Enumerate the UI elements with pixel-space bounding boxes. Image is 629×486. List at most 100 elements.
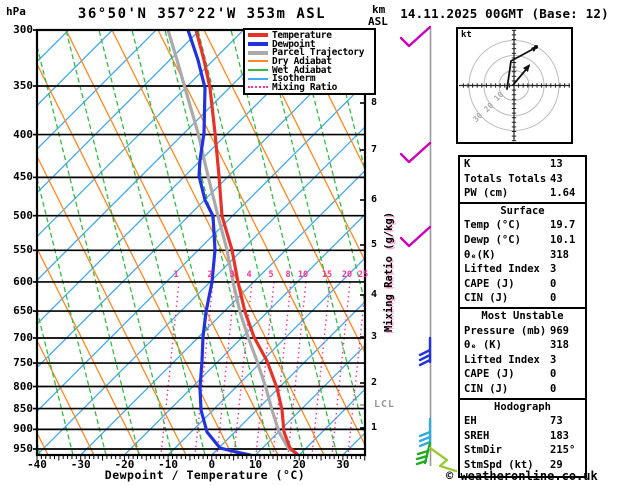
stats-label: CIN (J): [464, 292, 509, 305]
altitude-tick-label: 1: [371, 422, 378, 433]
wind-barb: [418, 430, 432, 438]
wind-barb: [418, 358, 432, 367]
stats-label: Lifted Index: [464, 263, 540, 276]
pressure-tick-label: 400: [13, 127, 33, 141]
stats-row: SREH 183: [460, 429, 585, 444]
mixing-ratio-value-label: 8: [285, 270, 291, 280]
pressure-tick-label: 800: [13, 379, 33, 393]
stats-value: 969: [550, 324, 569, 337]
stats-row: K 13: [460, 157, 585, 172]
legend-label: Mixing Ratio: [272, 81, 338, 93]
dewpoint-curve: [186, 30, 252, 455]
stats-row: θₑ (K) 318: [460, 338, 585, 353]
mixing-ratio-value-label: 10: [297, 270, 309, 280]
stats-row: StmDir 215°: [460, 443, 585, 458]
mixing-ratio-value-label: 15: [321, 270, 333, 280]
mixing-ratio-axis-title: Mixing Ratio (g/kg): [383, 211, 395, 333]
altitude-tick-label: 6: [371, 194, 378, 205]
stats-row: CAPE (J) 0: [460, 277, 585, 292]
x-axis-title: Dewpoint / Temperature (°C): [104, 468, 306, 482]
temperature-tick-label: -40: [27, 458, 47, 471]
stats-row: Lifted Index 3: [460, 353, 585, 368]
stats-row: Lifted Index 3: [460, 262, 585, 277]
wet-adiabat-line: [65, 30, 173, 455]
mixing-ratio-value-label: 5: [268, 270, 274, 280]
hodograph: [456, 27, 573, 144]
pressure-tick-label: 650: [13, 304, 33, 318]
stats-value: 13: [550, 158, 563, 170]
stats-value: 0: [550, 368, 557, 381]
stats-section-header: Hodograph: [494, 400, 551, 413]
wet-adiabat-line: [37, 43, 140, 455]
copyright: © weatheronline.co.uk: [446, 469, 598, 483]
stats-value: 10.1: [550, 233, 576, 246]
stats-section-hodograph: Hodograph EH 73 SREH 183 StmDir 215° StmSpd (kt…: [458, 397, 587, 478]
stats-label: Dewp (°C): [464, 233, 521, 246]
run-datetime: 14.11.2025 00GMT (Base: 12): [400, 6, 609, 21]
altitude-tick-label: 2: [371, 377, 378, 388]
stats-value: 318: [550, 339, 569, 352]
wind-barb: [399, 141, 432, 164]
pressure-tick-label: 500: [13, 208, 33, 222]
mixing-ratio-value-label: 1: [173, 270, 179, 280]
stats-label: Totals Totals: [464, 172, 547, 185]
stats-section-header: Surface: [500, 204, 545, 217]
stats-row: EH 73: [460, 414, 585, 429]
stats-row: CAPE (J) 0: [460, 367, 585, 382]
altitude-tick-label: 7: [371, 144, 378, 155]
legend-swatch-temperature: [248, 33, 268, 38]
mixing-ratio-value-label: 25: [357, 270, 369, 280]
altitude-tick-label: 5: [371, 239, 378, 250]
hodograph-unit-label: kt: [461, 30, 472, 40]
stats-label: CAPE (J): [464, 368, 515, 381]
stats-label: CAPE (J): [464, 277, 515, 290]
stats-section-surface: Surface Temp (°C) 19.7 Dewp (°C) 10.1 θₑ(K) 31…: [458, 201, 587, 311]
stats-label: K: [464, 158, 471, 170]
pressure-tick-label: 750: [13, 356, 33, 370]
legend-item: Mixing Ratio: [248, 81, 374, 93]
wind-barb: [418, 435, 432, 443]
stats-value: 43: [550, 172, 563, 185]
altitude-tick-label: 3: [371, 331, 378, 342]
wind-barb: [428, 446, 458, 473]
wind-barb: [399, 225, 432, 248]
stats-value: 0: [550, 292, 557, 305]
wind-barb: [418, 353, 432, 362]
mixing-ratio-value-label: 2: [207, 270, 213, 280]
stats-section-most-unstable: Most Unstable Pressure (mb) 969 θₑ (K) 318 Li…: [458, 307, 587, 402]
pressure-tick-label: 900: [13, 422, 33, 436]
wet-adiabat-line: [362, 30, 365, 41]
stats-label: Temp (°C): [464, 219, 521, 232]
pressure-tick-label: 550: [13, 243, 33, 257]
stats-section-header: Most Unstable: [481, 310, 564, 322]
stats-label: EH: [464, 415, 477, 428]
wind-barb: [399, 25, 432, 48]
stats-label: PW (cm): [464, 187, 509, 200]
mixing-ratio-value-label: 3: [229, 270, 235, 280]
legend-swatch-parcel-trajectory: [248, 50, 268, 55]
pressure-tick-label: 950: [13, 441, 33, 455]
lcl-marker-label: LCL: [374, 399, 396, 410]
legend-swatch-mixing-ratio: [248, 86, 268, 89]
legend: Temperature Dewpoint Parcel Trajectory Dry …: [243, 28, 376, 95]
stats-row: Pressure (mb) 969: [460, 324, 585, 339]
pressure-tick-label: 850: [13, 401, 33, 415]
stats-label: SREH: [464, 429, 490, 442]
stats-section: K 13 Totals Totals 43 PW (cm) 1.64: [458, 155, 587, 206]
wind-barb: [418, 348, 432, 357]
stats-label: θₑ (K): [464, 339, 502, 352]
stats-row: Totals Totals 43: [460, 172, 585, 187]
pressure-tick-label: 700: [13, 330, 33, 344]
mixing-ratio-value-label: 4: [246, 270, 252, 280]
legend-swatch-dry-adiabat: [248, 60, 268, 63]
stats-row: Dewp (°C) 10.1: [460, 233, 585, 248]
pressure-tick-label: 450: [13, 170, 33, 184]
stats-value: 73: [550, 415, 563, 428]
stats-label: StmDir: [464, 444, 502, 457]
stats-label: Pressure (mb): [464, 324, 547, 337]
stats-value: 3: [550, 353, 557, 366]
hodograph-trace: [506, 47, 536, 90]
altitude-tick-label: 8: [371, 97, 378, 108]
stats-value: 3: [550, 263, 557, 276]
stats-label: CIN (J): [464, 382, 509, 395]
